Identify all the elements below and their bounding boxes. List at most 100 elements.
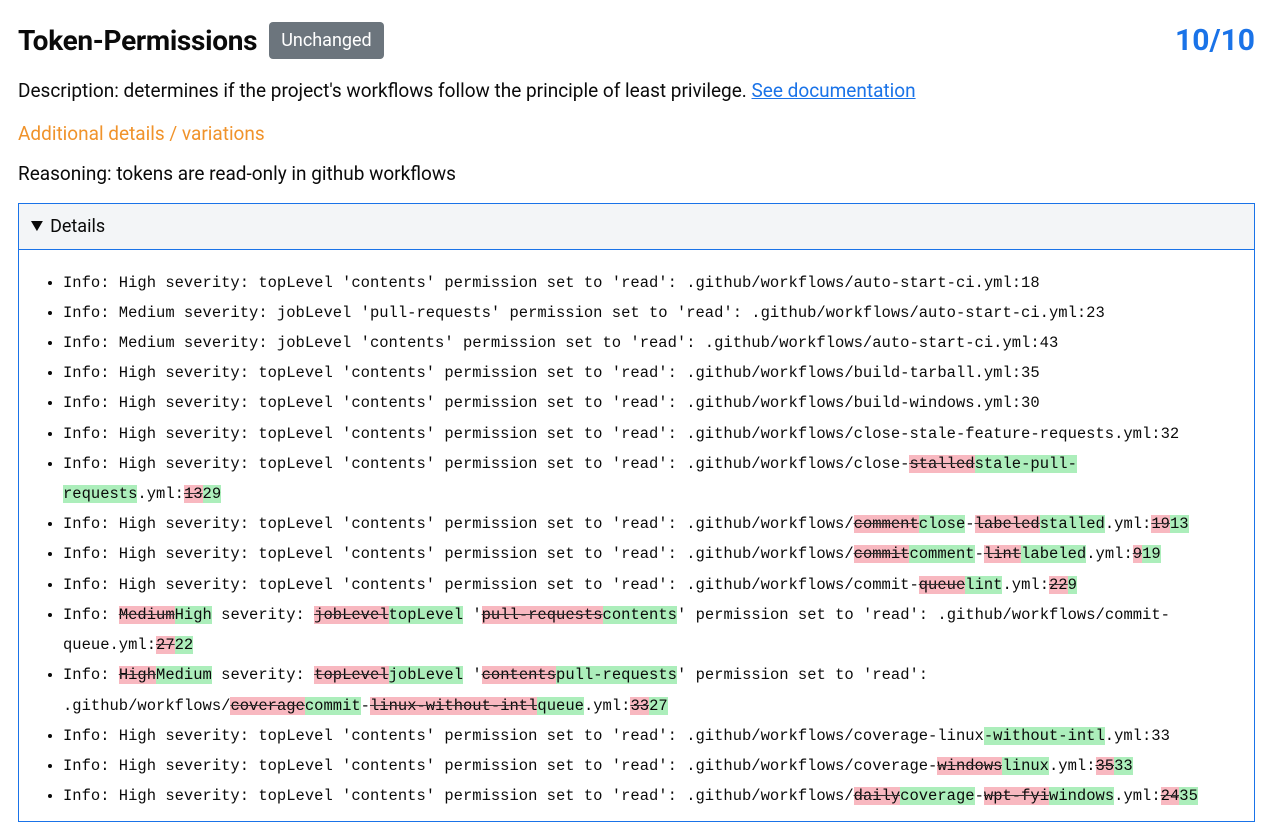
text-segment: -: [361, 697, 370, 715]
text-segment: .yml:33: [1105, 727, 1170, 745]
diff-added: stalled: [1040, 515, 1105, 533]
list-item: Info: High severity: topLevel 'contents'…: [63, 539, 1232, 569]
diff-added: 9: [1068, 576, 1077, 594]
diff-removed: topLevel: [314, 666, 388, 684]
diff-removed: daily: [854, 787, 901, 805]
diff-added: 19: [1142, 545, 1161, 563]
diff-removed: comment: [854, 515, 919, 533]
page-title: Token-Permissions: [18, 20, 257, 62]
text-segment: ': [463, 606, 482, 624]
text-segment: Info:: [63, 606, 119, 624]
text-segment: Info: Medium severity: jobLevel 'content…: [63, 334, 1058, 352]
diff-removed: 9: [1133, 545, 1142, 563]
diff-added: commit: [305, 697, 361, 715]
diff-added: 13: [1170, 515, 1189, 533]
text-segment: -: [975, 545, 984, 563]
list-item: Info: High severity: topLevel 'contents'…: [63, 268, 1232, 298]
text-segment: .yml:: [1049, 757, 1096, 775]
diff-removed: Medium: [119, 606, 175, 624]
additional-details-heading: Additional details / variations: [18, 120, 1255, 149]
diff-added: windows: [1049, 787, 1114, 805]
text-segment: Info: High severity: topLevel 'contents'…: [63, 455, 909, 473]
text-segment: Info: Medium severity: jobLevel 'pull-re…: [63, 304, 1105, 322]
diff-added: queue: [537, 697, 584, 715]
description-text: Description: determines if the project's…: [18, 79, 752, 102]
list-item: Info: MediumHigh severity: jobLeveltopLe…: [63, 600, 1232, 660]
diff-added: linux: [1002, 757, 1049, 775]
reasoning-text: Reasoning: tokens are read-only in githu…: [18, 160, 1255, 189]
text-segment: .yml:: [1105, 515, 1152, 533]
text-segment: -: [975, 787, 984, 805]
diff-removed: 22: [1049, 576, 1068, 594]
diff-removed: 33: [630, 697, 649, 715]
diff-removed: 19: [1151, 515, 1170, 533]
diff-added: jobLevel: [389, 666, 463, 684]
list-item: Info: High severity: topLevel 'contents'…: [63, 419, 1232, 449]
diff-removed: windows: [937, 757, 1002, 775]
header-row: Token-Permissions Unchanged 10/10: [18, 18, 1255, 63]
list-item: Info: High severity: topLevel 'contents'…: [63, 509, 1232, 539]
diff-removed: 24: [1161, 787, 1180, 805]
diff-added: 33: [1114, 757, 1133, 775]
text-segment: Info: High severity: topLevel 'contents'…: [63, 394, 1040, 412]
diff-removed: queue: [919, 576, 966, 594]
status-badge: Unchanged: [269, 22, 383, 59]
diff-removed: commit: [854, 545, 910, 563]
diff-removed: linux-without-intl: [370, 697, 537, 715]
text-segment: severity:: [212, 666, 314, 684]
details-summary[interactable]: Details: [19, 204, 1254, 250]
text-segment: Info: High severity: topLevel 'contents'…: [63, 425, 1179, 443]
list-item: Info: HighMedium severity: topLeveljobLe…: [63, 660, 1232, 720]
diff-removed: 27: [156, 636, 175, 654]
diff-removed: stalled: [909, 455, 974, 473]
diff-added: lint: [965, 576, 1002, 594]
text-segment: Info: High severity: topLevel 'contents'…: [63, 787, 854, 805]
text-segment: Info: High severity: topLevel 'contents'…: [63, 757, 937, 775]
text-segment: severity:: [212, 606, 314, 624]
diff-added: 22: [175, 636, 194, 654]
text-segment: -: [965, 515, 974, 533]
diff-added: -without-intl: [984, 727, 1105, 745]
diff-added: labeled: [1021, 545, 1086, 563]
diff-removed: coverage: [230, 697, 304, 715]
list-item: Info: Medium severity: jobLevel 'pull-re…: [63, 298, 1232, 328]
diff-removed: 13: [184, 485, 203, 503]
details-body: Info: High severity: topLevel 'contents'…: [19, 250, 1254, 822]
text-segment: .yml:: [1114, 787, 1161, 805]
text-segment: .yml:: [1002, 576, 1049, 594]
diff-removed: labeled: [975, 515, 1040, 533]
list-item: Info: High severity: topLevel 'contents'…: [63, 721, 1232, 751]
text-segment: Info: High severity: topLevel 'contents'…: [63, 364, 1040, 382]
list-item: Info: High severity: topLevel 'contents'…: [63, 570, 1232, 600]
documentation-link[interactable]: See documentation: [752, 79, 916, 102]
diff-removed: 35: [1096, 757, 1115, 775]
diff-added: 29: [203, 485, 222, 503]
title-group: Token-Permissions Unchanged: [18, 20, 384, 62]
diff-removed: lint: [984, 545, 1021, 563]
text-segment: Info: High severity: topLevel 'contents'…: [63, 274, 1040, 292]
text-segment: Info: High severity: topLevel 'contents'…: [63, 727, 984, 745]
text-segment: ': [463, 666, 482, 684]
details-panel[interactable]: Details Info: High severity: topLevel 'c…: [18, 203, 1255, 823]
diff-added: comment: [909, 545, 974, 563]
diff-removed: wpt-fyi: [984, 787, 1049, 805]
diff-removed: High: [119, 666, 156, 684]
diff-added: High: [175, 606, 212, 624]
diff-added: contents: [603, 606, 677, 624]
findings-list: Info: High severity: topLevel 'contents'…: [41, 268, 1232, 812]
text-segment: .yml:: [584, 697, 631, 715]
diff-removed: contents: [482, 666, 556, 684]
diff-removed: pull-requests: [482, 606, 603, 624]
diff-added: topLevel: [389, 606, 463, 624]
text-segment: Info: High severity: topLevel 'contents'…: [63, 576, 919, 594]
diff-added: close: [919, 515, 966, 533]
list-item: Info: High severity: topLevel 'contents'…: [63, 781, 1232, 811]
diff-added: 35: [1179, 787, 1198, 805]
description-line: Description: determines if the project's…: [18, 77, 1255, 106]
list-item: Info: Medium severity: jobLevel 'content…: [63, 328, 1232, 358]
list-item: Info: High severity: topLevel 'contents'…: [63, 358, 1232, 388]
score-value: 10/10: [1175, 18, 1255, 63]
diff-added: Medium: [156, 666, 212, 684]
text-segment: .yml:: [1086, 545, 1133, 563]
text-segment: Info: High severity: topLevel 'contents'…: [63, 545, 854, 563]
